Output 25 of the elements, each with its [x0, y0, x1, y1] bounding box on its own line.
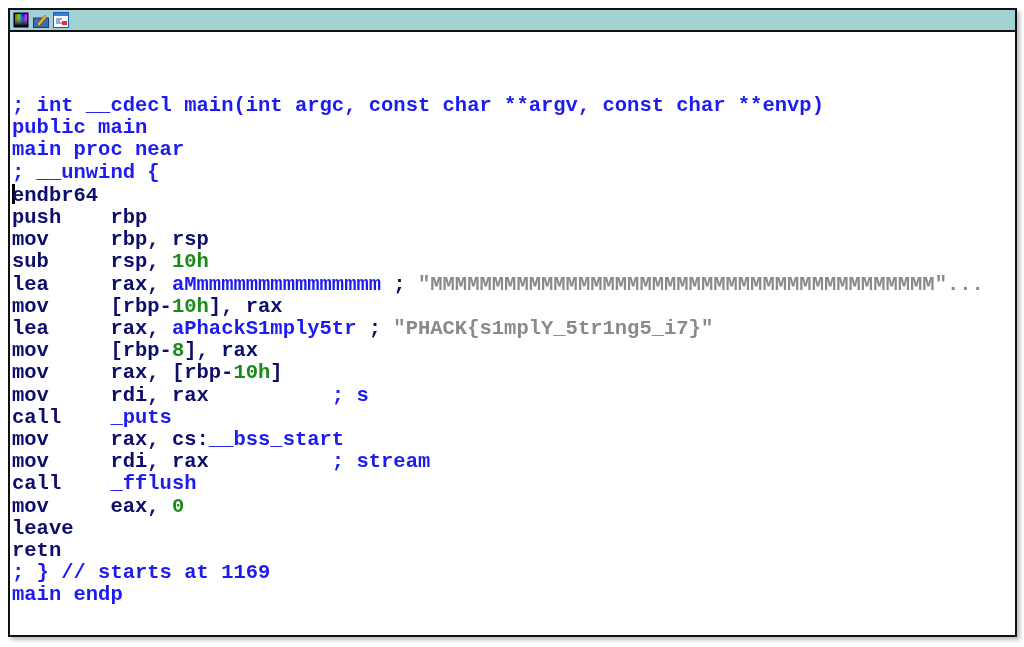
code-comment-line: ; } // starts at 1169: [12, 562, 271, 585]
code-line: mov rax, cs:__bss_start: [12, 429, 345, 452]
pencil-icon[interactable]: [33, 12, 49, 28]
code-line: mov rdi, rax ; s: [12, 384, 369, 407]
code-line: mov rbp, rsp: [12, 229, 209, 252]
code-line: push rbp: [12, 207, 148, 230]
code-line: call _puts: [12, 406, 172, 430]
code-line: mov [rbp-8], rax: [12, 340, 259, 363]
code-comment-line: public main: [12, 117, 148, 140]
code-line: lea rax, aMmmmmmmmmmmmmmmm ; "MMMMMMMMMMMMMMMMMMMMMMMMMMMMMMMMMMMMMMMMM"...: [12, 273, 984, 296]
code-line: leave: [12, 517, 74, 541]
code-line: retn: [12, 540, 62, 563]
code-line: mov rax, [rbp-10h]: [12, 362, 283, 385]
code-line: call _fflush: [12, 473, 197, 496]
code-line: sub rsp, 10h: [12, 251, 209, 274]
code-comment-line: ; int __cdecl main(int argc, const char **argv, const char **envp): [12, 95, 824, 118]
code-comment-line: main proc near: [12, 139, 185, 162]
code-line: mov [rbp-10h], rax: [12, 295, 283, 319]
code-comment-line: ; __unwind {: [12, 161, 160, 184]
color-grid-icon[interactable]: [13, 12, 29, 28]
window-icon[interactable]: [53, 12, 69, 28]
code-comment-line: main endp: [12, 584, 123, 607]
code-line: mov rdi, rax ; stream: [12, 451, 431, 474]
code-line: mov eax, 0: [12, 495, 185, 518]
code-line: lea rax, aPhackS1mply5tr ; "PHACK{s1mplY_5tr1ng5_i7}": [12, 318, 714, 341]
